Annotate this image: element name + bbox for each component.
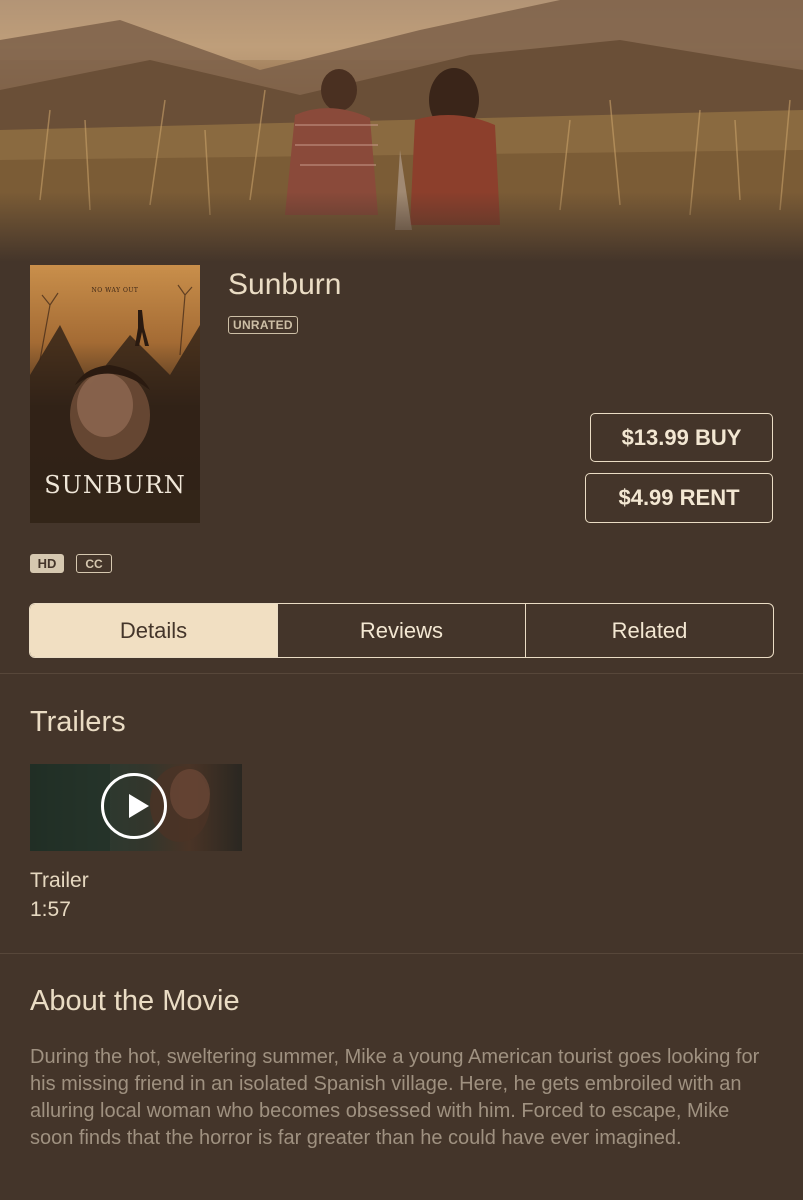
trailers-heading: Trailers <box>30 706 126 738</box>
hd-badge: HD <box>30 554 64 573</box>
poster-tagline: NO WAY OUT <box>91 287 139 294</box>
section-divider <box>0 953 803 954</box>
section-divider <box>0 673 803 674</box>
rating-badge: UNRATED <box>228 316 298 334</box>
segmented-tabs: Details Reviews Related <box>29 603 774 658</box>
rent-button[interactable]: $4.99 RENT <box>585 473 773 523</box>
tab-details[interactable]: Details <box>30 604 278 657</box>
trailer-duration: 1:57 <box>30 898 71 921</box>
cc-badge: CC <box>76 554 112 573</box>
hero-banner <box>0 0 803 262</box>
movie-poster: NO WAY OUT SUNBURN <box>30 265 200 523</box>
tab-reviews[interactable]: Reviews <box>278 604 526 657</box>
about-heading: About the Movie <box>30 985 240 1017</box>
poster-title: SUNBURN <box>44 471 186 499</box>
play-icon[interactable] <box>101 773 167 839</box>
about-description: During the hot, sweltering summer, Mike … <box>30 1046 760 1149</box>
buy-button[interactable]: $13.99 BUY <box>590 413 773 462</box>
trailer-thumbnail[interactable] <box>30 764 242 851</box>
tab-related[interactable]: Related <box>526 604 773 657</box>
trailer-label: Trailer <box>30 869 89 892</box>
movie-title: Sunburn <box>228 268 342 301</box>
